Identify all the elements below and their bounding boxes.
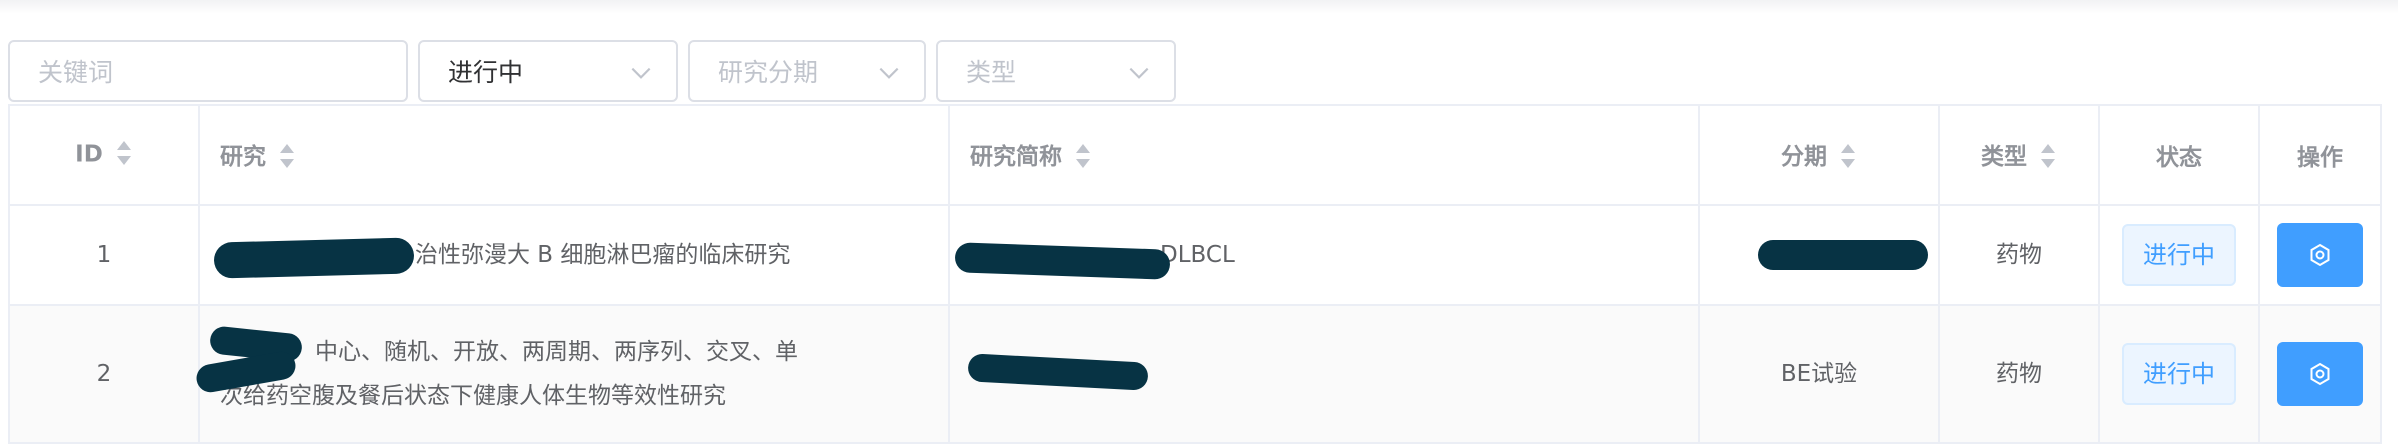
header-status: 状态 [2098,104,2260,206]
cell-study-line2: 次给药空腹及餐后状态下健康人体生物等效性研究 [220,383,726,409]
redaction-mark [213,237,415,279]
keyword-placeholder: 关键词 [38,58,114,87]
status-tag: 进行中 [2122,343,2236,405]
header-stage-label: 分期 [1781,144,1827,171]
header-short-name[interactable]: 研究简称 [948,104,1700,206]
cell-status: 进行中 [2098,204,2260,306]
status-tag: 进行中 [2122,224,2236,286]
header-stage[interactable]: 分期 [1698,104,1940,206]
cell-stage: BE试验 [1698,304,1940,444]
header-type-label: 类型 [1981,144,2027,171]
status-select-value: 进行中 [448,58,524,87]
settings-button[interactable] [2277,342,2363,406]
header-study[interactable]: 研究 [198,104,950,206]
sort-caret-icon[interactable] [1074,141,1092,171]
cell-action [2258,204,2382,306]
sort-caret-icon[interactable] [2039,141,2057,171]
chevron-down-icon [628,60,654,86]
table-row[interactable]: 2 中心、随机、开放、两周期、两序列、交叉、单 次给药空腹及餐后状态下健康人体生… [8,304,2382,444]
redaction-mark [1758,240,1928,270]
header-status-label: 状态 [2156,145,2202,171]
type-select[interactable]: 类型 [936,40,1176,102]
top-bar [0,0,2398,14]
header-study-label: 研究 [220,144,266,171]
header-action-label: 操作 [2297,145,2343,171]
chevron-down-icon [876,60,902,86]
gear-icon [2310,243,2330,267]
cell-status: 进行中 [2098,304,2260,444]
cell-study: 中心、随机、开放、两周期、两序列、交叉、单 次给药空腹及餐后状态下健康人体生物等… [198,304,950,444]
type-placeholder: 类型 [966,58,1017,87]
stage-select[interactable]: 研究分期 [688,40,926,102]
cell-action [2258,304,2382,444]
settings-button[interactable] [2277,223,2363,287]
sort-caret-icon[interactable] [115,138,133,168]
header-short-name-label: 研究简称 [970,144,1062,171]
header-type[interactable]: 类型 [1938,104,2100,206]
header-action: 操作 [2258,104,2382,206]
header-id[interactable]: ID [8,104,200,206]
sort-caret-icon[interactable] [1839,141,1857,171]
table-header-row: ID 研究 研究简称 分期 类型 状态 操作 [8,104,2382,206]
keyword-search-input[interactable]: 关键词 [8,40,408,102]
chevron-down-icon [1126,60,1152,86]
cell-type: 药物 [1938,204,2100,306]
gear-icon [2310,362,2330,386]
cell-id: 1 [8,204,200,306]
cell-id: 2 [8,304,200,444]
stage-placeholder: 研究分期 [718,58,819,87]
status-select[interactable]: 进行中 [418,40,678,102]
cell-study-line1: 中心、随机、开放、两周期、两序列、交叉、单 [315,339,798,365]
cell-type: 药物 [1938,304,2100,444]
header-id-label: ID [75,141,103,168]
sort-caret-icon[interactable] [278,141,296,171]
